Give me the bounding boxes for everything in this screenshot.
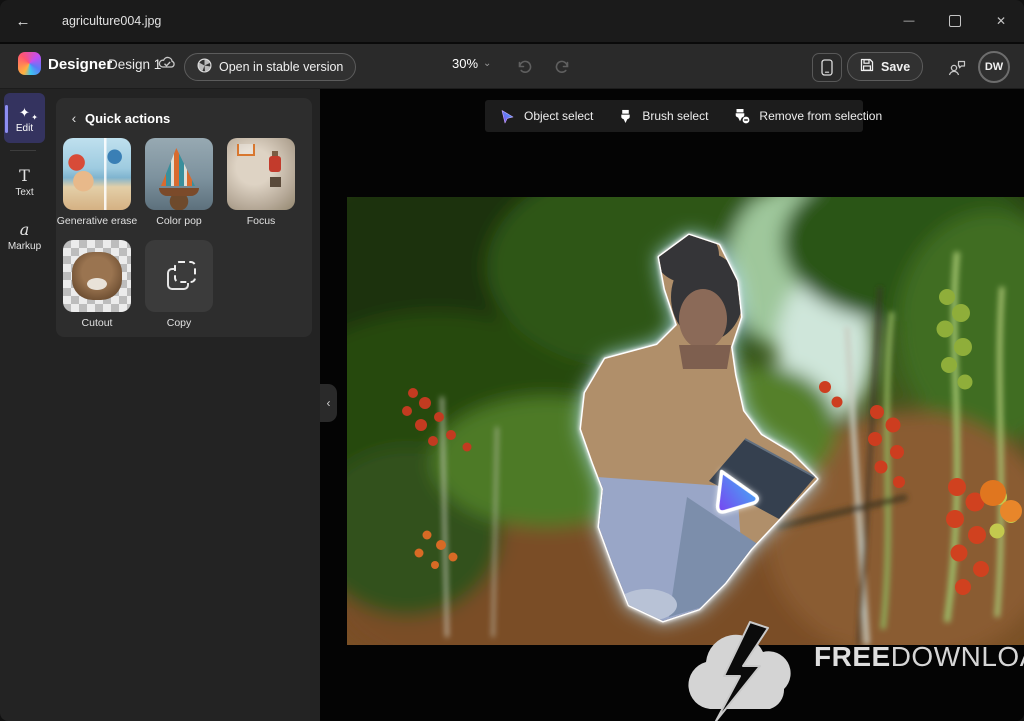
undo-button[interactable] (512, 55, 536, 77)
zoom-level: 30% (452, 56, 478, 71)
close-icon: ✕ (996, 14, 1006, 28)
quick-action-cutout[interactable]: Cutout (63, 240, 131, 312)
design-name[interactable]: Design 1 (108, 57, 161, 72)
quick-action-color-pop[interactable]: Color pop (145, 138, 213, 210)
tab-text-label: Text (15, 187, 33, 198)
remove-from-selection-button[interactable]: Remove from selection (733, 108, 882, 124)
tab-markup-label: Markup (8, 241, 41, 252)
redo-icon (554, 59, 571, 74)
cutout-thumbnail (63, 240, 131, 312)
app-name: Designer (48, 56, 112, 73)
rail-divider (10, 150, 36, 151)
feedback-icon (948, 59, 967, 76)
color-pop-label: Color pop (156, 215, 202, 227)
active-tab-indicator (5, 105, 8, 133)
object-select-label: Object select (524, 109, 593, 123)
tab-text[interactable]: T Text (4, 159, 45, 205)
account-avatar[interactable]: DW (978, 51, 1010, 83)
freedownload-watermark: FREEDOWNLOAD (814, 641, 1024, 673)
document-title: agriculture004.jpg (62, 0, 161, 42)
cloud-sync-icon (158, 55, 177, 76)
color-pop-thumbnail (145, 138, 213, 210)
brush-select-label: Brush select (642, 109, 708, 123)
save-button[interactable]: Save (847, 52, 923, 81)
back-button[interactable]: ← (10, 8, 36, 34)
tab-edit[interactable]: ✦✦ Edit (4, 93, 45, 143)
photo-canvas[interactable] (347, 197, 1024, 645)
undo-icon (516, 59, 533, 74)
generative-erase-label: Generative erase (57, 215, 138, 227)
brush-icon (618, 109, 633, 124)
brush-minus-icon (733, 108, 750, 124)
markup-icon: a (20, 217, 30, 239)
open-stable-version-label: Open in stable version (219, 60, 343, 74)
quick-action-copy[interactable]: Copy (145, 240, 213, 312)
back-icon: ← (16, 13, 31, 30)
save-icon (860, 58, 874, 75)
redo-button[interactable] (550, 55, 574, 77)
close-button[interactable]: ✕ (978, 0, 1024, 42)
quick-actions-title: Quick actions (85, 111, 170, 126)
save-label: Save (881, 60, 910, 74)
titlebar: ← agriculture004.jpg — ✕ (0, 0, 1024, 44)
focus-label: Focus (247, 215, 276, 227)
quick-action-focus[interactable]: Focus (227, 138, 295, 210)
minimize-icon: — (904, 15, 915, 27)
panel-collapse-handle[interactable]: ‹ (320, 384, 337, 422)
brush-select-button[interactable]: Brush select (618, 109, 708, 124)
remove-from-selection-label: Remove from selection (759, 109, 882, 123)
app-toolbar: Designer Design 1 Open in stable version… (0, 44, 1024, 89)
minimize-button[interactable]: — (886, 0, 932, 42)
mobile-preview-button[interactable] (812, 53, 842, 82)
focus-thumbnail (227, 138, 295, 210)
window-controls: — ✕ (886, 0, 1024, 42)
chevron-down-icon: ⌄ (483, 60, 491, 68)
object-select-cursor-icon (500, 109, 515, 124)
quick-action-generative-erase[interactable]: Generative erase (63, 138, 131, 210)
greenhouse-photo (347, 197, 1024, 645)
maximize-icon (949, 15, 961, 27)
copy-icon (145, 240, 213, 312)
copy-label: Copy (167, 317, 192, 329)
quick-actions-panel: ‹ Quick actions Generative erase Color p… (56, 98, 312, 337)
watermark-download: DOWNLOAD (891, 641, 1024, 673)
designer-window: ← agriculture004.jpg — ✕ Designer Design… (0, 0, 1024, 721)
quick-actions-back-button[interactable]: ‹ (66, 109, 82, 127)
generative-erase-thumbnail (63, 138, 131, 210)
phone-icon (821, 59, 833, 76)
watermark-free: FREE (814, 641, 891, 673)
photos-app-icon (197, 58, 212, 76)
tab-edit-label: Edit (16, 123, 33, 134)
feedback-button[interactable] (946, 57, 968, 77)
tab-markup[interactable]: a Markup (4, 213, 45, 259)
sparkle-icon: ✦✦ (19, 99, 30, 121)
cutout-label: Cutout (82, 317, 113, 329)
text-icon: T (19, 163, 30, 185)
canvas-area: ‹ Object select Brush select Remove from… (320, 89, 1024, 721)
selection-toolbar: Object select Brush select Remove from s… (485, 100, 863, 132)
chevron-left-icon: ‹ (72, 110, 77, 126)
maximize-button[interactable] (932, 0, 978, 42)
designer-logo-icon (18, 52, 41, 75)
zoom-dropdown[interactable]: 30% ⌄ (452, 56, 491, 71)
avatar-initials: DW (985, 61, 1003, 73)
left-panel: ✦✦ Edit T Text a Markup ‹ Quick actions … (0, 89, 320, 721)
object-select-button[interactable]: Object select (500, 109, 593, 124)
open-stable-version-button[interactable]: Open in stable version (184, 53, 356, 81)
chevron-left-icon: ‹ (327, 396, 331, 410)
